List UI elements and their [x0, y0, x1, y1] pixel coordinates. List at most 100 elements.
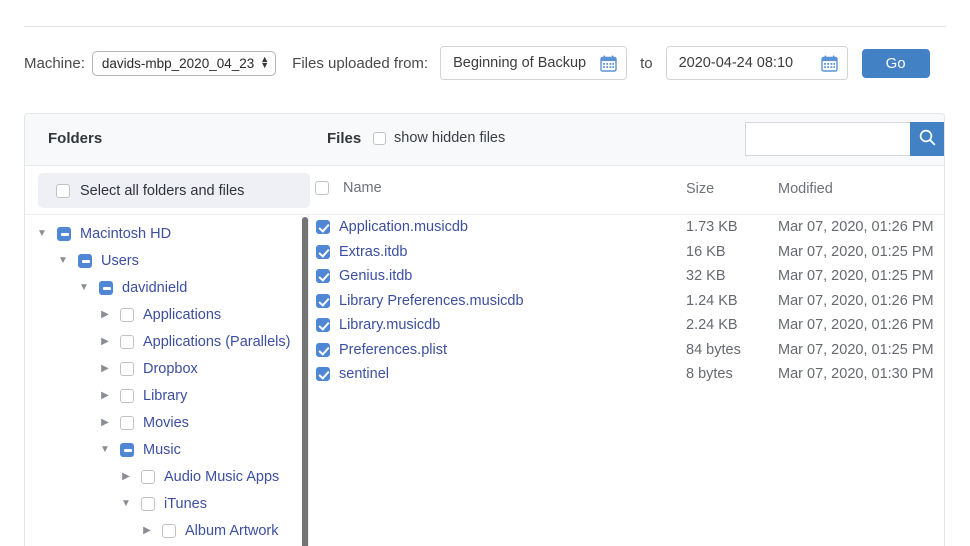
file-row-checkbox[interactable]	[316, 318, 330, 333]
tree-node[interactable]: ▶ Audio Music Apps	[25, 463, 307, 490]
to-label: to	[640, 54, 653, 72]
folder-tree-pane: ▼ Macintosh HD ▼ Users ▼ davidnield ▶ Applicati…	[25, 215, 307, 546]
tree-node-checkbox[interactable]	[78, 253, 92, 268]
chevron-right-icon[interactable]: ▶	[98, 363, 112, 374]
chevron-down-icon[interactable]: ▼	[56, 255, 70, 266]
chevron-right-icon[interactable]: ▶	[140, 525, 154, 536]
file-row-checkbox[interactable]	[316, 342, 330, 357]
show-hidden-files-toggle[interactable]: show hidden files	[373, 130, 505, 146]
file-list: Application.musicdb 1.73 KB Mar 07, 2020, …	[309, 215, 944, 387]
tree-node[interactable]: ▼ Users	[25, 247, 307, 274]
calendar-icon[interactable]	[820, 55, 838, 72]
chevron-down-icon[interactable]: ▼	[119, 498, 133, 509]
chevron-down-icon[interactable]: ▼	[35, 228, 49, 239]
file-modified: Mar 07, 2020, 01:25 PM	[778, 268, 934, 285]
chevron-right-icon[interactable]: ▶	[98, 417, 112, 428]
file-name[interactable]: Extras.itdb	[339, 244, 408, 260]
tree-node[interactable]: ▼ davidnield	[25, 274, 307, 301]
panel-body: ▼ Macintosh HD ▼ Users ▼ davidnield ▶ Applicati…	[25, 215, 944, 546]
search-input[interactable]	[745, 122, 910, 156]
calendar-icon[interactable]	[600, 55, 617, 72]
tree-node-checkbox[interactable]	[120, 442, 134, 457]
browser-panel: Folders Files show hidden files Select a…	[24, 113, 945, 546]
tree-node-checkbox[interactable]	[99, 280, 113, 295]
tree-node-checkbox[interactable]	[141, 469, 155, 484]
chevron-down-icon[interactable]: ▼	[98, 444, 112, 455]
file-row-checkbox[interactable]	[316, 293, 330, 308]
date-from-field[interactable]: Beginning of Backup	[440, 46, 628, 80]
chevron-right-icon[interactable]: ▶	[98, 336, 112, 347]
file-row-checkbox[interactable]	[316, 220, 330, 235]
file-row[interactable]: Application.musicdb 1.73 KB Mar 07, 2020, …	[309, 215, 944, 240]
file-list-pane: Application.musicdb 1.73 KB Mar 07, 2020, …	[309, 215, 944, 546]
file-row-checkbox[interactable]	[316, 367, 330, 382]
file-row[interactable]: Library Preferences.musicdb 1.24 KB Mar 07…	[309, 289, 944, 314]
file-row[interactable]: Extras.itdb 16 KB Mar 07, 2020, 01:25 PM	[309, 240, 944, 265]
file-row[interactable]: Library.musicdb 2.24 KB Mar 07, 2020, 01:2…	[309, 313, 944, 338]
tree-node-label: Movies	[143, 414, 189, 431]
search-button[interactable]	[910, 122, 944, 156]
date-to-value: 2020-04-24 08:10	[678, 55, 794, 71]
folder-tree: ▼ Macintosh HD ▼ Users ▼ davidnield ▶ Applicati…	[25, 215, 307, 544]
tree-node-label: Applications	[143, 306, 222, 323]
top-divider	[24, 26, 946, 27]
file-name[interactable]: Library.musicdb	[339, 317, 440, 333]
file-name[interactable]: Genius.itdb	[339, 268, 412, 284]
uploaded-from-label: Files uploaded from:	[292, 54, 429, 72]
folders-header: Folders	[48, 130, 103, 147]
machine-select[interactable]: davids-mbp_2020_04_23 ▲ ▼	[91, 50, 277, 76]
tree-node[interactable]: ▼ Music	[25, 436, 307, 463]
file-modified: Mar 07, 2020, 01:26 PM	[778, 219, 934, 236]
file-size: 8 bytes	[686, 366, 733, 383]
chevron-right-icon[interactable]: ▶	[98, 309, 112, 320]
tree-node[interactable]: ▶ Album Artwork	[25, 517, 307, 544]
select-all-row[interactable]: Select all folders and files	[38, 173, 310, 208]
file-row[interactable]: Preferences.plist 84 bytes Mar 07, 2020, 0…	[309, 338, 944, 363]
chevron-right-icon[interactable]: ▶	[119, 471, 133, 482]
file-name[interactable]: Preferences.plist	[339, 342, 447, 358]
tree-node-checkbox[interactable]	[120, 388, 134, 403]
file-name[interactable]: Library Preferences.musicdb	[339, 293, 524, 309]
tree-node-label: Library	[143, 387, 188, 404]
file-size: 2.24 KB	[686, 317, 738, 334]
files-header: Files	[327, 130, 362, 147]
file-name[interactable]: Application.musicdb	[339, 219, 468, 235]
file-row-checkbox[interactable]	[316, 269, 330, 284]
column-header-size[interactable]: Size	[686, 181, 714, 197]
tree-node[interactable]: ▶ Movies	[25, 409, 307, 436]
tree-node-checkbox[interactable]	[120, 361, 134, 376]
select-all-checkbox[interactable]	[56, 183, 70, 198]
file-row[interactable]: sentinel 8 bytes Mar 07, 2020, 01:30 PM	[309, 362, 944, 387]
file-row-checkbox[interactable]	[316, 244, 330, 259]
tree-node-checkbox[interactable]	[120, 307, 134, 322]
tree-node[interactable]: ▶ Dropbox	[25, 355, 307, 382]
file-size: 84 bytes	[686, 341, 741, 358]
tree-node-checkbox[interactable]	[120, 334, 134, 349]
file-row[interactable]: Genius.itdb 32 KB Mar 07, 2020, 01:25 PM	[309, 264, 944, 289]
tree-node[interactable]: ▼ Macintosh HD	[25, 220, 307, 247]
tree-node-label: Music	[143, 441, 181, 458]
column-header-modified[interactable]: Modified	[778, 181, 833, 197]
chevron-right-icon[interactable]: ▶	[98, 390, 112, 401]
chevron-down-icon[interactable]: ▼	[77, 282, 91, 293]
go-button[interactable]: Go	[861, 48, 930, 78]
file-size: 16 KB	[686, 243, 726, 260]
tree-node-checkbox[interactable]	[141, 496, 155, 511]
file-size: 1.24 KB	[686, 292, 738, 309]
tree-node-label: davidnield	[122, 279, 188, 296]
tree-node-checkbox[interactable]	[57, 226, 71, 241]
date-to-field[interactable]: 2020-04-24 08:10	[665, 46, 848, 80]
tree-node[interactable]: ▶ Applications	[25, 301, 307, 328]
tree-node-label: Users	[101, 252, 139, 269]
column-header-name[interactable]: Name	[315, 180, 382, 196]
file-size: 1.73 KB	[686, 219, 738, 236]
show-hidden-checkbox[interactable]	[373, 131, 386, 145]
tree-node[interactable]: ▼ iTunes	[25, 490, 307, 517]
file-name[interactable]: sentinel	[339, 366, 389, 382]
tree-node-checkbox[interactable]	[120, 415, 134, 430]
tree-node[interactable]: ▶ Library	[25, 382, 307, 409]
tree-node[interactable]: ▶ Applications (Parallels)	[25, 328, 307, 355]
select-all-files-checkbox[interactable]	[315, 181, 329, 195]
tree-node-checkbox[interactable]	[162, 523, 176, 538]
tree-node-label: Audio Music Apps	[164, 468, 280, 485]
